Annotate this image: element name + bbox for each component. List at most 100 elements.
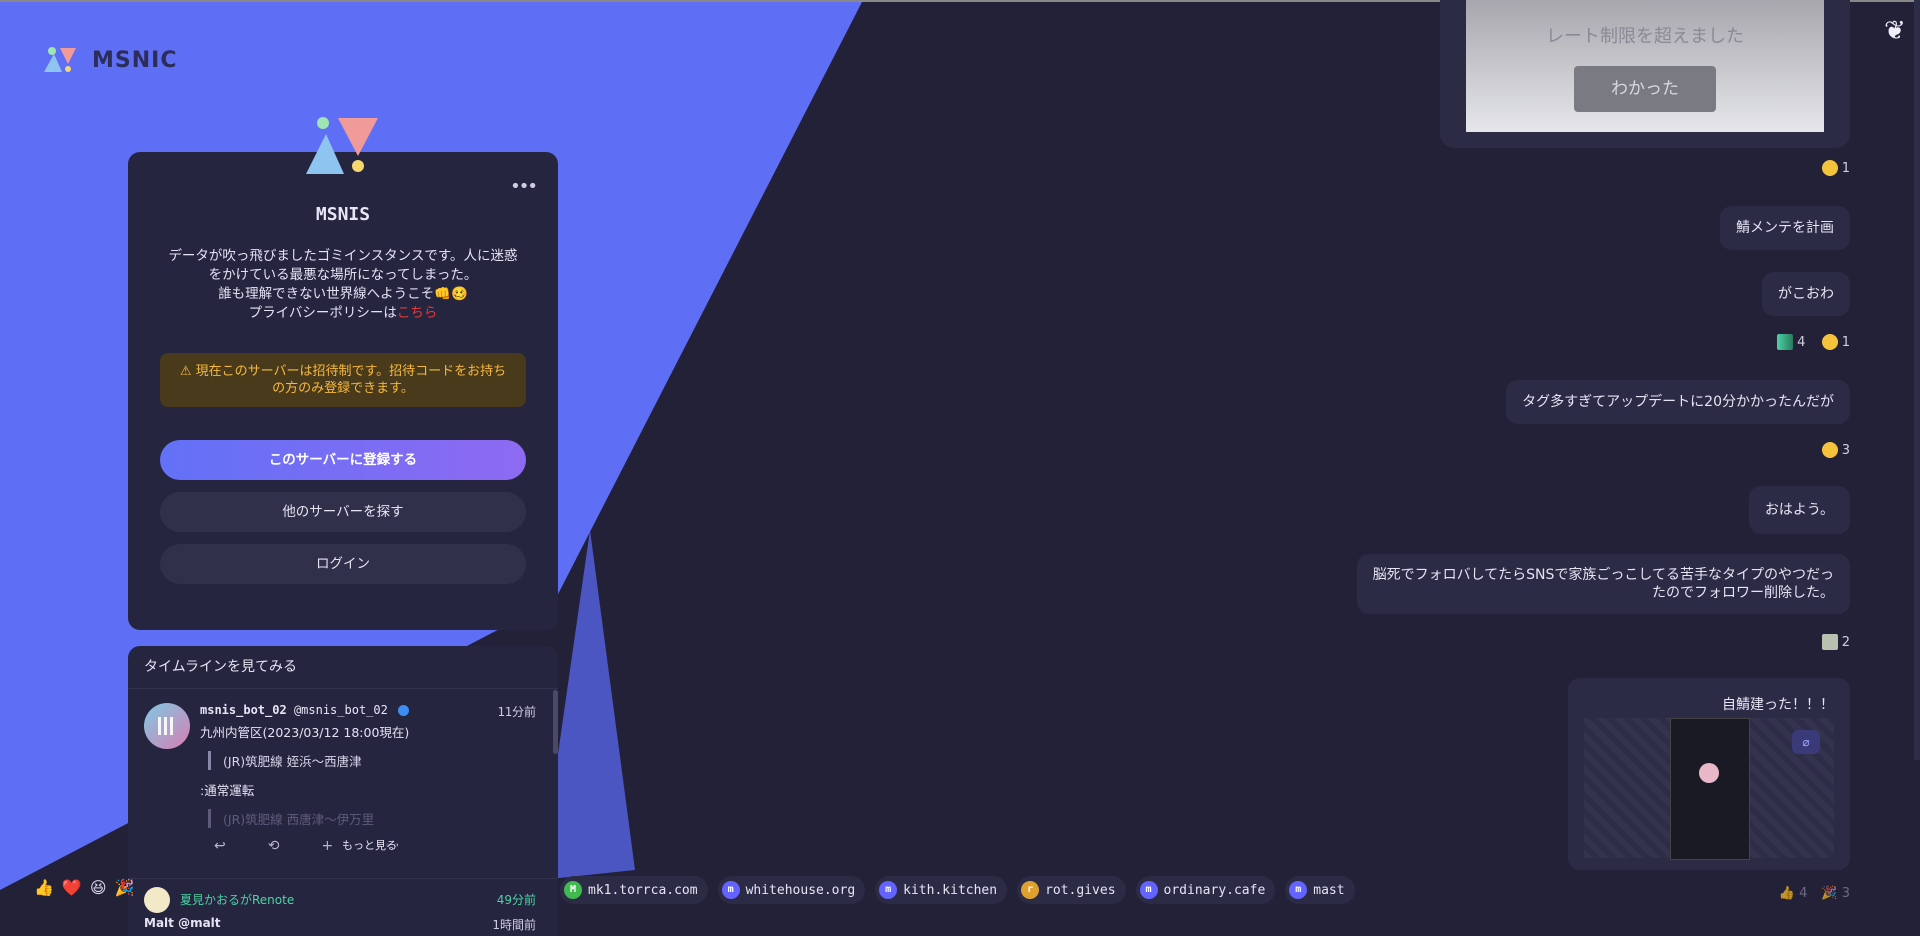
note-bubble[interactable]: がこおわ bbox=[1762, 272, 1850, 316]
renote-label[interactable]: 夏見かおるがRenote bbox=[180, 891, 294, 908]
note-line: たのでフォロワー削除した。 bbox=[1652, 585, 1834, 601]
brand[interactable]: MSNIC bbox=[44, 46, 177, 74]
desc-line: をかけている最悪な場所になってしまった。 bbox=[208, 267, 478, 283]
avatar bbox=[1699, 763, 1719, 783]
instance-name: ordinary.cafe bbox=[1163, 882, 1266, 898]
see-more-button[interactable]: もっと見る bbox=[342, 837, 397, 853]
instance-name: whitehouse.org bbox=[745, 882, 856, 898]
ok-button[interactable]: わかった bbox=[1574, 66, 1716, 112]
note-text: 九州内管区(2023/03/12 18:00現在) bbox=[200, 725, 410, 740]
reaction[interactable]: 1 bbox=[1821, 160, 1850, 176]
reaction-group: 4 1 bbox=[1777, 334, 1850, 350]
federated-instance-ticker: Mmk1.torrca.com m whitehouse.org m kith.ki… bbox=[560, 876, 1356, 906]
reaction[interactable]: 2 bbox=[1821, 634, 1850, 650]
verified-icon bbox=[397, 705, 409, 716]
image-attachment[interactable]: ⌀ bbox=[1584, 718, 1834, 860]
note-author-handle[interactable]: @msnis_bot_02 bbox=[294, 703, 388, 720]
reply-icon[interactable]: ↩ bbox=[214, 838, 226, 854]
instance-chip[interactable]: m kith.kitchen bbox=[875, 876, 1008, 904]
reaction-count[interactable]: 1 bbox=[1842, 335, 1850, 350]
mastodon-icon: m bbox=[879, 881, 898, 899]
signup-button[interactable]: このサーバーに登録する bbox=[160, 440, 526, 480]
reaction-count[interactable]: 4 bbox=[1797, 335, 1805, 350]
avatar[interactable] bbox=[144, 703, 190, 749]
screenshot-thumbnail[interactable] bbox=[1670, 718, 1750, 860]
right-feed: レート制限を超えました わかった 1 鯖メンテを計画 がこおわ 4 1 タグ多す… bbox=[1290, 0, 1850, 926]
desc-line: データが吹っ飛びましたゴミインスタンスです。人に迷惑 bbox=[168, 248, 518, 264]
instance-icon: M bbox=[564, 881, 582, 899]
instance-logo-icon bbox=[306, 117, 378, 174]
note-author-name[interactable]: msnis_bot_02 bbox=[200, 703, 287, 720]
note-quote: (JR)筑肥線 姪浜～西唐津 bbox=[208, 751, 536, 770]
rate-limit-image: レート制限を超えました わかった bbox=[1466, 0, 1824, 132]
reaction[interactable]: 3 bbox=[1821, 442, 1850, 458]
instance-description: データが吹っ飛びましたゴミインスタンスです。人に迷惑 をかけている最悪な場所にな… bbox=[158, 247, 528, 323]
desc-line: 誰も理解できない世界線へようこそ👊🥴 bbox=[218, 286, 468, 302]
thumbs-up-reaction[interactable]: 👍 bbox=[34, 878, 54, 897]
note-header: msnis_bot_02 @msnis_bot_02 11分前 bbox=[200, 703, 536, 720]
instance-name: kith.kitchen bbox=[903, 882, 998, 898]
heart-reaction[interactable]: ❤️ bbox=[62, 878, 82, 897]
note-status: :通常運転 bbox=[200, 783, 255, 798]
instance-title: MSNIS bbox=[315, 204, 371, 225]
note-bubble[interactable]: 鯖メンテを計画 bbox=[1720, 206, 1850, 250]
note-line: 脳死でフォロバしてたらSNSで家族ごっこしてる苦手なタイプのやつだっ bbox=[1372, 567, 1834, 583]
timeline-preview: タイムラインを見てみる msnis_bot_02 @msnis_bot_02 1… bbox=[128, 646, 558, 936]
invite-only-notice: ⚠ 現在このサーバーは招待制です。招待コードをお持ちの方のみ登録できます。 bbox=[160, 353, 526, 407]
note-bubble[interactable]: タグ多すぎてアップデートに20分かかったんだが bbox=[1506, 380, 1850, 424]
instance-chip[interactable]: m ordinary.cafe bbox=[1135, 876, 1276, 904]
instance-chip[interactable]: m whitehouse.org bbox=[717, 876, 866, 904]
note-bubble[interactable]: おはよう。 bbox=[1748, 486, 1850, 534]
mastodon-icon: m bbox=[721, 881, 740, 899]
more-options-button[interactable]: ••• bbox=[510, 176, 538, 197]
mastodon-icon: m bbox=[1139, 881, 1158, 899]
next-note-time[interactable]: 1時間前 bbox=[492, 916, 536, 933]
privacy-prefix: プライバシーポリシーは bbox=[248, 305, 397, 321]
note-quote: (JR)筑肥線 西唐津～伊万里 bbox=[208, 809, 536, 828]
explore-servers-button[interactable]: 他のサーバーを探す bbox=[160, 492, 526, 532]
misskey-logo-icon bbox=[44, 47, 76, 72]
reaction-count: 4 bbox=[1799, 886, 1808, 901]
custom-emoji-icon bbox=[1777, 334, 1794, 350]
brand-name: MSNIC bbox=[92, 47, 178, 73]
grin-emoji-icon bbox=[1821, 334, 1838, 350]
avatar[interactable] bbox=[144, 887, 170, 913]
renote-row: 夏見かおるがRenote 49分前 bbox=[128, 878, 558, 913]
party-reaction[interactable]: 🎉 bbox=[115, 878, 135, 897]
instance-card: ••• MSNIS データが吹っ飛びましたゴミインスタンスです。人に迷惑 をかけ… bbox=[128, 117, 558, 630]
desc-line: プライバシーポリシーはこちら bbox=[158, 304, 528, 323]
note-bubble[interactable]: 脳死でフォロバしてたらSNSで家族ごっこしてる苦手なタイプのやつだっ たのでフォ… bbox=[1356, 554, 1850, 614]
reaction-count: 1 bbox=[1841, 160, 1850, 176]
instance-name: rot.gives bbox=[1045, 882, 1116, 898]
next-note-author[interactable]: Malt @malt bbox=[144, 916, 221, 930]
laugh-reaction[interactable]: 😆 bbox=[90, 878, 107, 897]
instance-icon: r bbox=[1021, 881, 1040, 899]
party-reaction[interactable]: 🎉 3 bbox=[1821, 886, 1850, 901]
reaction-count: 2 bbox=[1841, 634, 1850, 650]
note-time[interactable]: 11分前 bbox=[498, 703, 536, 720]
add-reaction-icon[interactable]: + bbox=[321, 838, 333, 854]
reaction-bar: 👍 ❤️ 😆 🎉 bbox=[34, 878, 134, 897]
cat-icon[interactable]: ❦ bbox=[1884, 16, 1914, 46]
reaction-group: 👍 4 🎉 3 bbox=[1779, 886, 1850, 901]
page-scrollbar[interactable] bbox=[1914, 0, 1920, 760]
privacy-policy-link[interactable]: こちら bbox=[397, 305, 438, 321]
rate-limit-dialog-note: レート制限を超えました わかった bbox=[1440, 0, 1850, 148]
surprised-emoji-icon bbox=[1821, 160, 1838, 176]
reaction-count: 3 bbox=[1841, 442, 1850, 458]
instance-chip[interactable]: Mmk1.torrca.com bbox=[560, 876, 708, 904]
renote-icon[interactable]: ⟲ bbox=[268, 838, 280, 854]
eye-slash-icon[interactable]: ⌀ bbox=[1792, 730, 1820, 754]
thumbs-up-reaction[interactable]: 👍 4 bbox=[1779, 886, 1808, 901]
note-text: 自鯖建った！！！ bbox=[1722, 697, 1834, 713]
laugh-emoji-icon bbox=[1821, 442, 1838, 458]
timeline-note: msnis_bot_02 @msnis_bot_02 11分前 九州内管区(20… bbox=[128, 689, 558, 854]
instance-chip[interactable]: r rot.gives bbox=[1017, 876, 1126, 904]
login-button[interactable]: ログイン bbox=[160, 544, 526, 584]
rate-limit-text: レート制限を超えました bbox=[1546, 26, 1744, 47]
reaction-count: 3 bbox=[1841, 886, 1850, 901]
timeline-header[interactable]: タイムラインを見てみる bbox=[128, 646, 558, 689]
renote-time[interactable]: 49分前 bbox=[497, 891, 536, 908]
image-note: 自鯖建った！！！ ⌀ bbox=[1568, 678, 1850, 870]
custom-emoji-icon bbox=[1821, 634, 1838, 650]
